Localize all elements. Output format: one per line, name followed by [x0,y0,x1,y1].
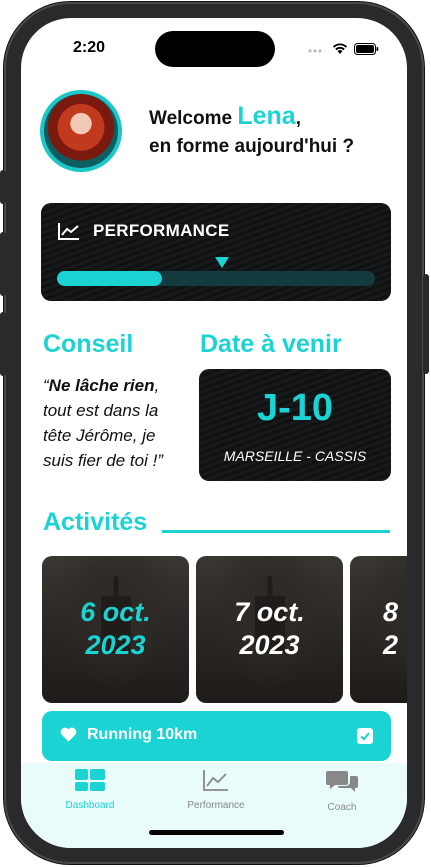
activity-year: 2023 [85,630,146,660]
performance-marker [215,257,230,268]
home-indicator [149,830,284,835]
selected-activity-bar[interactable]: Running 10km [42,711,391,761]
activity-day: 8 [383,597,399,627]
volume-down-button [0,312,6,376]
chat-bubbles-icon [326,771,358,797]
welcome-suffix: , [295,108,301,129]
line-chart-icon [58,222,80,245]
performance-progress-fill [57,271,162,286]
tab-dashboard-label: Dashboard [65,800,115,811]
tab-performance[interactable]: Performance [166,769,266,811]
action-button [0,170,6,204]
tab-performance-label: Performance [187,800,245,811]
activity-label: Running 10km [87,726,198,743]
activity-year: 2 [383,630,399,660]
activity-year: 2023 [239,630,300,660]
quote-bold: Ne lâche rien [48,376,155,395]
checkmark-icon [360,732,370,741]
status-time: 2:20 [73,39,106,56]
activity-day: 6 oct. [80,597,151,627]
event-place: MARSEILLE - CASSIS [223,448,367,464]
tab-dashboard[interactable]: Dashboard [40,769,140,811]
welcome-prefix: Welcome [149,108,238,129]
user-name: Lena [237,102,296,130]
avatar[interactable] [40,90,122,172]
activites-underline [162,530,390,533]
performance-progress-track [57,271,375,286]
tab-coach[interactable]: Coach [292,769,392,813]
battery-icon [354,42,379,60]
chart-icon [203,770,229,795]
date-card[interactable]: J-10 MARSEILLE - CASSIS [199,369,391,481]
heart-icon [60,727,77,747]
tab-bar: Dashboard Performance Coach [21,763,407,848]
avatar-photo [44,94,118,168]
performance-card[interactable]: PERFORMANCE [41,203,391,301]
power-button [423,274,429,374]
conseil-heading: Conseil [43,330,134,358]
countdown: J-10 [256,387,334,429]
activity-card[interactable]: 6 oct. 2023 [42,556,189,703]
activity-card[interactable]: 7 oct. 2023 [196,556,343,703]
app-screen: 2:20 Welcome Lena, en forme aujourd'hui … [21,18,407,848]
signal-icon [308,42,326,60]
conseil-quote: “Ne lâche rien, tout est dans la tête Jé… [43,373,183,473]
welcome-heading: Welcome Lena, en forme aujourd'hui ? [149,102,354,161]
activity-day: 7 oct. [234,597,305,627]
activity-date: 7 oct. 2023 [196,596,343,662]
welcome-subtitle: en forme aujourd'hui ? [149,136,355,157]
volume-up-button [0,232,6,296]
activity-date: 6 oct. 2023 [42,596,189,662]
tab-coach-label: Coach [327,802,357,813]
dynamic-island [155,31,275,67]
dashboard-icon [75,769,105,795]
activity-card[interactable]: 8 2 [350,556,407,703]
activity-checkbox[interactable] [357,728,373,744]
activity-date: 8 2 [350,596,407,662]
wifi-icon [332,42,348,60]
activites-heading: Activités [43,508,148,536]
status-icons [308,42,379,60]
date-heading: Date à venir [200,330,342,358]
performance-title: PERFORMANCE [93,221,230,240]
